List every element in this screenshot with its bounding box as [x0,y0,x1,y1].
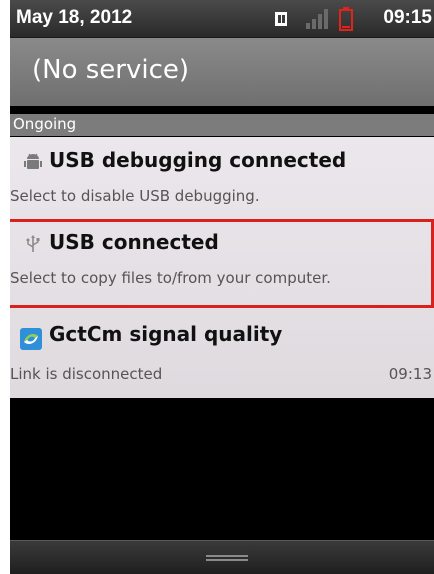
notification-usb-connected[interactable]: USB connected Select to copy files to/fr… [10,219,434,308]
notification-description: Link is disconnected [10,365,163,383]
phone-screen: May 18, 2012 09:15 (No service) Ongoing [10,0,434,574]
notification-time: 09:13 [388,365,432,383]
status-bar: May 18, 2012 09:15 [10,0,434,38]
carrier-label: (No service) [32,55,190,85]
section-label: Ongoing [13,115,77,133]
carrier-header: (No service) [10,38,434,106]
notification-description: Select to disable USB debugging. [10,187,260,205]
notification-list: USB debugging connected Select to disabl… [10,137,434,398]
notification-usb-debugging[interactable]: USB debugging connected Select to disabl… [10,137,434,221]
usb-icon [26,235,40,252]
notification-drawer-handle[interactable] [10,540,434,574]
gctcm-app-icon [20,328,42,350]
notification-title: GctCm signal quality [49,322,283,346]
data-icon [275,12,287,26]
android-debug-icon [24,153,42,169]
status-date: May 18, 2012 [16,7,133,28]
section-header-ongoing: Ongoing [10,114,434,136]
battery-low-icon [339,7,353,31]
notification-title: USB debugging connected [49,148,347,172]
signal-icon [306,9,328,29]
drag-handle-icon [206,555,248,561]
notification-title: USB connected [49,230,219,254]
notification-gctcm-signal[interactable]: GctCm signal quality Link is disconnecte… [10,312,434,398]
status-time: 09:15 [383,7,432,28]
notification-description: Select to copy files to/from your comput… [10,269,331,287]
